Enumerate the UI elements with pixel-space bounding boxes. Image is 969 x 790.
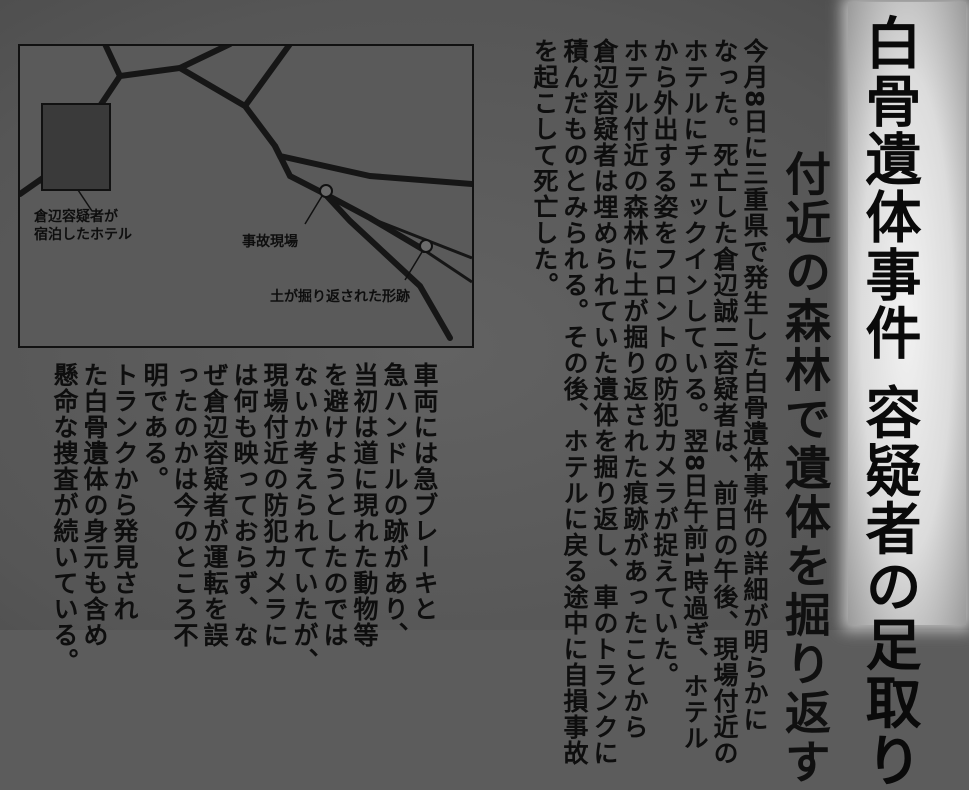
article-line: は何も映っておらず、な [230, 362, 259, 648]
article-line: なった。死亡した倉辺誠二容疑者は、前日の午後、現場付近の [710, 38, 739, 766]
road [322, 191, 453, 341]
article-line: 今月8日に三重県で発生した白骨遺体事件の詳細が明らかに [740, 38, 769, 733]
article-line: 明である。 [140, 362, 169, 492]
article-upper: 今月8日に三重県で発生した白骨遺体事件の詳細が明らかに なった。死亡した倉辺誠二容… [529, 38, 769, 766]
map-label-accident: 事故現場 [242, 234, 298, 250]
article-line: トランクから発見され [110, 362, 139, 622]
article-line: 急ハンドルの跡があり、 [380, 362, 409, 648]
location-map: 倉辺容疑者が 宿泊したホテル 事故現場 土が掘り返された形跡 [18, 44, 474, 348]
article-line: 現場付近の防犯カメラに [260, 362, 289, 648]
accident-leader-line [304, 195, 323, 225]
traces-leader-line [404, 251, 423, 281]
article-line: を起こして死亡した。 [530, 38, 559, 298]
article-line: 当初は道に現れた動物等 [350, 362, 379, 648]
accident-marker [319, 184, 333, 198]
article-line: を避けようとしたのでは [320, 362, 349, 648]
article-line: た白骨遺体の身元も含め [80, 362, 109, 648]
road [102, 46, 123, 79]
hotel-marker [41, 103, 111, 191]
article-line: 懸命な捜査が続いている。 [50, 362, 79, 674]
article-line: ぜ倉辺容疑者が運転を誤 [200, 362, 229, 648]
article-line: ったのかは今のところ不 [170, 362, 199, 648]
newspaper-clipping: 白骨遺体事件 容疑者の足取り 付近の森林で遺体を掘り返す 今月8日に三重県で発生… [0, 0, 969, 790]
article-line: ホテル付近の森林に土が掘り返された痕跡があったことから [620, 38, 649, 740]
road [272, 143, 472, 187]
article-line: 倉辺容疑者は埋められていた遺体を掘り返し、車のトランクに [590, 38, 619, 766]
article-line: ないか考えられていたが、 [290, 362, 319, 674]
traces-marker [419, 239, 433, 253]
article-line: 積んだものとみられる。その後、ホテルに戻る途中に自損事故 [560, 38, 589, 766]
road [242, 46, 293, 109]
article-line: 車両には急ブレーキと [410, 362, 439, 622]
article-line: から外出する姿をフロントの防犯カメラが捉えていた。 [650, 38, 679, 688]
map-label-hotel-1: 倉辺容疑者が [34, 209, 118, 225]
map-label-hotel-2: 宿泊したホテル [34, 227, 132, 243]
headline: 白骨遺体事件 容疑者の足取り [856, 14, 921, 790]
map-label-traces: 土が掘り返された形跡 [270, 289, 410, 305]
article-lower: 車両には急ブレーキと 急ハンドルの跡があり、 当初は道に現れた動物等 を避けようとした… [49, 362, 439, 674]
subheadline: 付近の森林で遺体を掘り返す [778, 150, 832, 787]
article-line: ホテルにチェックインしている。翌8日午前1時過ぎ、ホテル [680, 38, 709, 751]
